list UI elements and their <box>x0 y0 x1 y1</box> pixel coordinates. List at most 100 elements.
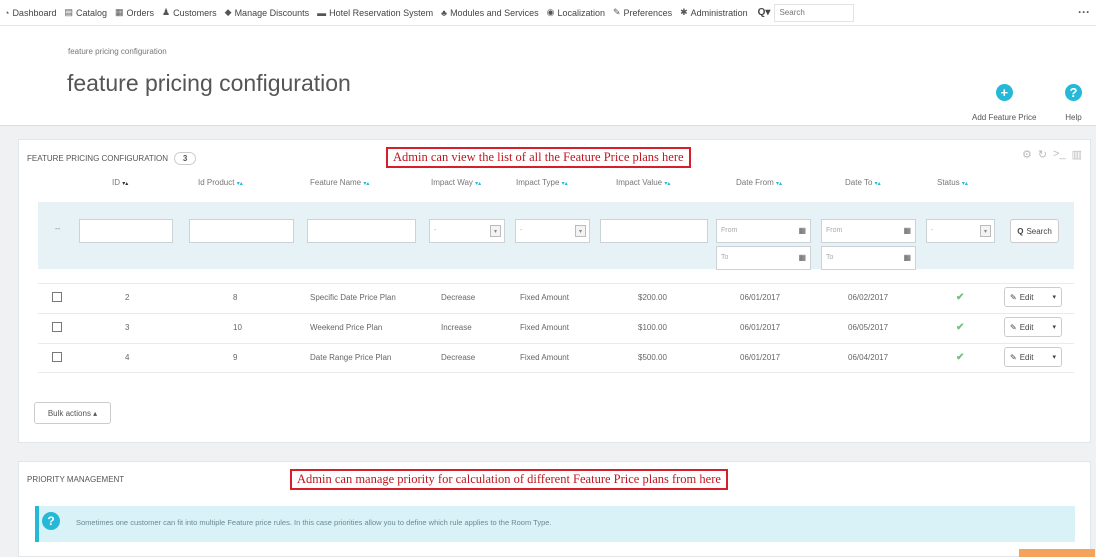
row-divider <box>38 372 1074 373</box>
filter-date-from-to[interactable]: To ▦ <box>716 246 811 270</box>
column-header-feature-name[interactable]: Feature Name ▾▴ <box>310 178 369 187</box>
placeholder: From <box>826 227 843 234</box>
nav-item-dashboard[interactable]: ◔ Dashboard <box>4 8 56 18</box>
page-header: feature pricing configuration feature pr… <box>0 26 1096 126</box>
filter-name-input[interactable] <box>307 219 416 243</box>
column-header-impact-type[interactable]: Impact Type ▾▴ <box>516 178 568 187</box>
sort-icon[interactable]: ▾▴ <box>664 181 670 187</box>
chevron-down-icon[interactable]: ▾ <box>1052 293 1056 301</box>
edit-button[interactable]: ✎ Edit ▾ <box>1004 317 1062 337</box>
calendar-icon[interactable]: ▦ <box>903 253 911 262</box>
administration-icon: ✱ <box>680 7 688 17</box>
edit-button[interactable]: ✎ Edit ▾ <box>1004 347 1062 367</box>
row-checkbox[interactable] <box>52 352 62 362</box>
nav-item-administration[interactable]: ✱ Administration <box>680 7 748 18</box>
filter-impact-type-select[interactable]: - ▾ <box>515 219 590 243</box>
search-icon: Q <box>1017 226 1024 236</box>
select-value: - <box>520 227 523 234</box>
sort-icon[interactable]: ▾▴ <box>776 181 782 187</box>
filter-impact-value-input[interactable] <box>600 219 708 243</box>
chevron-down-icon[interactable]: ▾ <box>1052 353 1056 361</box>
help-button[interactable]: ? Help <box>1065 84 1082 122</box>
cell-feature-name: Specific Date Price Plan <box>310 293 396 302</box>
column-header-impact-way[interactable]: Impact Way ▾▴ <box>431 178 481 187</box>
column-label: Feature Name <box>310 178 362 187</box>
column-header-id[interactable]: ID ▾▴ <box>112 178 128 187</box>
top-nav: ◔ Dashboard ▤ Catalog ▦ Orders ♟ Customers ◆ Mana… <box>0 0 1096 26</box>
calendar-icon[interactable]: ▦ <box>798 226 806 235</box>
orange-tab[interactable] <box>1019 549 1095 557</box>
filter-date-to-to[interactable]: To ▦ <box>821 246 916 270</box>
column-header-date-to[interactable]: Date To ▾▴ <box>845 178 881 187</box>
cell-date-to: 06/05/2017 <box>848 323 889 332</box>
column-label: Impact Value <box>616 178 663 187</box>
search-input[interactable] <box>774 3 855 22</box>
chevron-down-icon[interactable]: ▾ <box>1052 323 1056 331</box>
cell-date-from: 06/01/2017 <box>740 353 781 362</box>
sort-icon[interactable]: ▾▴ <box>962 181 968 187</box>
filter-product-input[interactable] <box>189 219 294 243</box>
sort-icon[interactable]: ▾▴ <box>237 181 243 187</box>
column-header-id-product[interactable]: Id Product ▾▴ <box>198 178 243 187</box>
refresh-icon[interactable]: ↻ <box>1038 148 1047 161</box>
filter-status-select[interactable]: - ▾ <box>926 219 995 243</box>
edit-label: Edit <box>1019 292 1034 302</box>
column-header-status[interactable]: Status ▾▴ <box>937 178 968 187</box>
filter-impact-way-select[interactable]: - ▾ <box>429 219 505 243</box>
sql-query-icon[interactable]: >_ <box>1053 148 1066 161</box>
bulk-actions-button[interactable]: Bulk actions ▴ <box>34 402 111 424</box>
select-value: - <box>434 227 437 234</box>
cell-feature-name: Weekend Price Plan <box>310 323 383 332</box>
nav-item-preferences[interactable]: ✎ Preferences <box>613 7 672 18</box>
sort-icon[interactable]: ▾▴ <box>122 181 128 187</box>
priority-heading: PRIORITY MANAGEMENT <box>27 475 125 484</box>
nav-item-manage-discounts[interactable]: ◆ Manage Discounts <box>225 7 309 18</box>
row-checkbox[interactable] <box>52 292 62 302</box>
status-enabled-icon[interactable]: ✔ <box>956 352 964 363</box>
sort-icon[interactable]: ▾▴ <box>875 181 881 187</box>
preferences-icon: ✎ <box>613 7 621 17</box>
nav-item-label: Hotel Reservation System <box>329 7 434 18</box>
status-enabled-icon[interactable]: ✔ <box>956 292 964 303</box>
filter-id-input[interactable] <box>79 219 173 243</box>
nav-item-customers[interactable]: ♟ Customers <box>162 7 217 18</box>
cell-product: 9 <box>233 353 238 362</box>
nav-item-label: Dashboard <box>12 7 57 18</box>
sort-icon[interactable]: ▾▴ <box>475 181 481 187</box>
column-header-impact-value[interactable]: Impact Value ▾▴ <box>616 178 670 187</box>
filter-date-from-from[interactable]: From ▦ <box>716 219 811 243</box>
settings-icon[interactable]: ⚙ <box>1022 148 1032 161</box>
filter-dash: -- <box>55 224 61 233</box>
cell-date-to: 06/04/2017 <box>848 353 889 362</box>
row-checkbox[interactable] <box>52 322 62 332</box>
page-title: feature pricing configuration <box>67 70 351 96</box>
nav-item-catalog[interactable]: ▤ Catalog <box>64 7 107 18</box>
export-icon[interactable]: ▥ <box>1072 148 1082 161</box>
column-label: Impact Type <box>516 178 560 187</box>
filter-search-button[interactable]: Q Search <box>1010 219 1059 243</box>
column-label: ID <box>112 178 120 187</box>
edit-button[interactable]: ✎ Edit ▾ <box>1004 287 1062 307</box>
status-enabled-icon[interactable]: ✔ <box>956 322 964 333</box>
nav-item-orders[interactable]: ▦ Orders <box>115 7 154 18</box>
calendar-icon[interactable]: ▦ <box>798 253 806 262</box>
sort-icon[interactable]: ▾▴ <box>562 181 568 187</box>
search-dropdown[interactable]: Q▾ <box>758 7 771 18</box>
filter-date-to-from[interactable]: From ▦ <box>821 219 916 243</box>
nav-item-hotel-reservation-system[interactable]: ▬ Hotel Reservation System <box>317 8 433 18</box>
nav-item-localization[interactable]: ◉ Localization <box>547 7 605 18</box>
info-icon: ? <box>42 512 60 530</box>
column-header-date-from[interactable]: Date From ▾▴ <box>736 178 782 187</box>
edit-icon: ✎ <box>1010 352 1017 362</box>
priority-callout: Admin can manage priority for calculatio… <box>290 469 728 490</box>
calendar-icon[interactable]: ▦ <box>903 226 911 235</box>
nav-item-label: Catalog <box>75 7 108 18</box>
panel-tools: ⚙ ↻ >_ ▥ <box>1022 148 1082 161</box>
more-menu-icon[interactable]: ··· <box>1078 5 1090 19</box>
sort-icon[interactable]: ▾▴ <box>363 181 369 187</box>
hotel-icon: ▬ <box>317 7 327 18</box>
nav-item-modules-and-services[interactable]: ♣ Modules and Services <box>441 8 538 18</box>
search-bar: Q▾ <box>758 3 855 22</box>
breadcrumb[interactable]: feature pricing configuration <box>68 47 167 56</box>
add-feature-price-button[interactable]: + Add Feature Price <box>972 84 1036 122</box>
